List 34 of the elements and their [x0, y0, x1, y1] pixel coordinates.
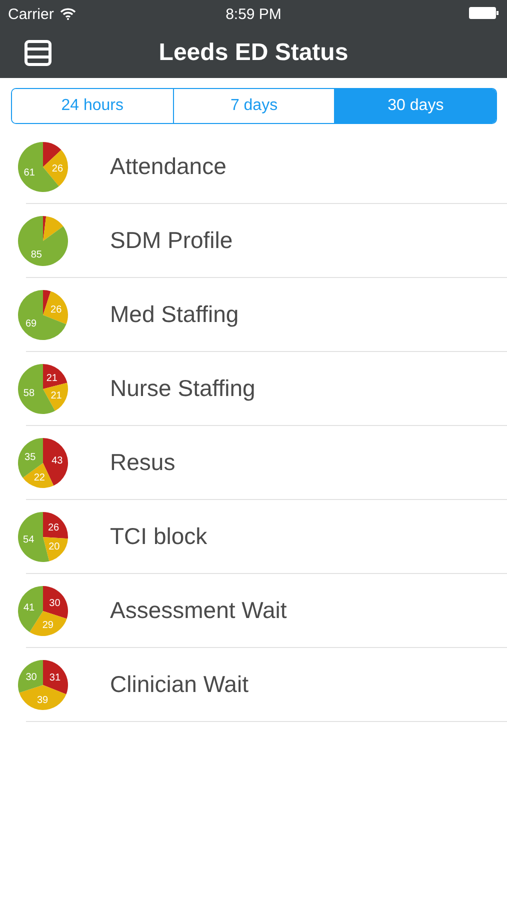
carrier-label: Carrier [8, 6, 54, 22]
row-label[interactable]: Resus [110, 449, 176, 476]
slice-label: 26 [48, 522, 60, 534]
row-label[interactable]: Assessment Wait [110, 597, 287, 624]
slice-label: 41 [24, 602, 35, 613]
slice-label: 21 [50, 390, 62, 401]
menu-button[interactable] [24, 40, 52, 66]
slice-label: 85 [30, 248, 42, 260]
slice-label: 26 [50, 304, 62, 315]
slice-label: 69 [25, 318, 37, 330]
slice-label: 22 [34, 472, 45, 484]
row-label[interactable]: SDM Profile [110, 227, 233, 254]
wifi-icon [60, 8, 76, 20]
row-label[interactable]: Clinician Wait [110, 671, 248, 698]
slice-label: 43 [52, 454, 63, 466]
row-label[interactable]: Med Staffing [110, 301, 239, 328]
nav-title: Leeds ED Status [158, 39, 348, 67]
row-label[interactable]: TCI block [110, 523, 208, 550]
slice-label: 39 [36, 694, 48, 706]
row-label[interactable]: Nurse Staffing [110, 375, 256, 402]
slice-label: 30 [26, 671, 37, 682]
slice-label: 35 [24, 451, 36, 462]
clock-time: 8:59 PM [226, 6, 282, 22]
slice-label: 54 [23, 534, 34, 545]
slice-label: 20 [48, 541, 60, 552]
slice-label: 30 [49, 597, 60, 608]
slice-label: 29 [42, 620, 54, 631]
slice-label: 26 [52, 162, 64, 174]
slice-label: 58 [23, 388, 35, 399]
slice-label: 21 [46, 372, 58, 384]
battery-icon [469, 6, 499, 18]
row-label[interactable]: Attendance [110, 153, 226, 180]
slice-label: 31 [49, 672, 61, 683]
slice-label: 61 [24, 166, 35, 178]
